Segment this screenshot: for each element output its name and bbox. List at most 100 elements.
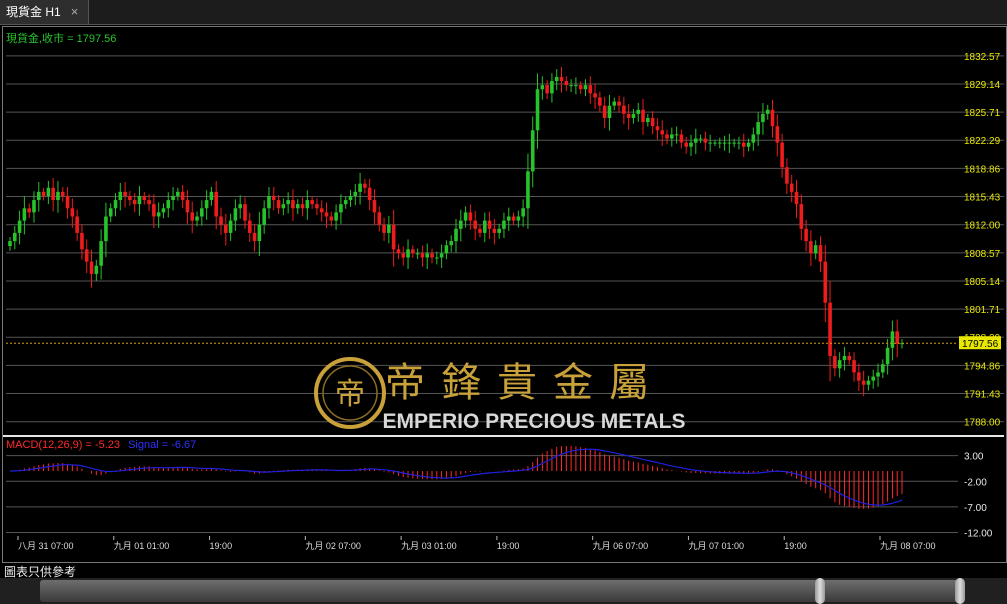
candle-body xyxy=(166,200,171,209)
time-tick-label: 19:00 xyxy=(210,541,233,551)
candle-body xyxy=(871,376,876,381)
candle-body xyxy=(593,93,597,98)
candle-body xyxy=(765,109,770,114)
candle-body xyxy=(833,356,837,369)
candle-body xyxy=(454,228,458,242)
candle-body xyxy=(530,130,535,172)
time-tick-label: 19:00 xyxy=(497,541,520,551)
candle-body xyxy=(89,261,94,274)
price-tick-label: 1822.29 xyxy=(964,136,1001,147)
candle-body xyxy=(684,142,688,147)
brand-english-name: EMPERIO PRECIOUS METALS xyxy=(383,410,686,433)
candle-body xyxy=(626,113,631,118)
candle-body xyxy=(708,142,712,144)
candle-body xyxy=(271,195,276,201)
price-tick-label: 1794.86 xyxy=(964,361,1001,372)
candle-body xyxy=(406,249,410,258)
candle-body xyxy=(99,241,103,266)
price-tick-label: 1788.00 xyxy=(964,418,1001,429)
candle-body xyxy=(252,232,257,242)
candle-body xyxy=(554,76,559,82)
candle-body xyxy=(56,191,60,201)
candle-body xyxy=(401,253,406,258)
candle-body xyxy=(497,228,501,233)
candle-body xyxy=(665,134,669,139)
candle-body xyxy=(27,208,31,213)
candle-body xyxy=(137,195,142,205)
candle-body xyxy=(693,138,698,143)
candle-body xyxy=(12,232,17,242)
candle-body xyxy=(885,347,890,365)
candle-body xyxy=(660,130,665,135)
candle-body xyxy=(367,187,372,201)
candle-body xyxy=(113,200,118,209)
candle-body xyxy=(276,200,281,209)
scroll-handle-left[interactable] xyxy=(815,578,825,604)
time-tick-label: 九月 03 01:00 xyxy=(401,541,457,551)
candle-body xyxy=(492,228,497,233)
candle-body xyxy=(881,364,885,373)
candle-body xyxy=(895,331,900,344)
candle-body xyxy=(588,85,593,94)
candle-body xyxy=(80,232,84,250)
candle-body xyxy=(789,183,794,192)
candle-body xyxy=(348,195,353,201)
candle-body xyxy=(578,85,583,90)
candle-body xyxy=(363,183,367,188)
candle-body xyxy=(391,224,396,250)
candle-body xyxy=(382,224,386,233)
candle-body xyxy=(741,142,746,147)
candle-body xyxy=(286,200,290,205)
candle-body xyxy=(132,200,137,205)
candle-body xyxy=(353,191,358,196)
macd-tick-label: -2.00 xyxy=(964,477,987,488)
candle-body xyxy=(372,200,377,213)
candle-body xyxy=(262,208,266,225)
candle-body xyxy=(746,142,751,147)
candle-body xyxy=(425,253,430,258)
candle-body xyxy=(617,101,621,106)
candle-body xyxy=(228,220,233,233)
candle-body xyxy=(785,167,789,184)
candle-body xyxy=(737,142,741,144)
time-tick-label: 九月 06 07:00 xyxy=(593,541,649,551)
price-chart[interactable]: 帝 帝鋒貴金屬 EMPERIO PRECIOUS METALS 1832.57 1… xyxy=(0,0,1007,560)
candle-body xyxy=(516,216,521,221)
candle-body xyxy=(526,171,530,209)
candle-body xyxy=(641,109,645,123)
candle-body xyxy=(94,265,99,274)
candle-body xyxy=(717,142,722,144)
candle-body xyxy=(550,81,554,94)
candle-body xyxy=(415,253,420,255)
candle-body xyxy=(247,220,252,233)
candle-body xyxy=(674,134,679,136)
scroll-handle-right[interactable] xyxy=(955,578,965,604)
candle-body xyxy=(559,76,564,82)
chart-scrollbar[interactable] xyxy=(0,578,1007,604)
candle-body xyxy=(650,117,655,127)
candle-body xyxy=(703,138,708,143)
candle-body xyxy=(761,113,765,123)
candle-body xyxy=(770,109,775,127)
candle-body xyxy=(574,85,578,87)
candle-body xyxy=(540,85,545,90)
candle-body xyxy=(670,134,674,139)
time-tick-label: 19:00 xyxy=(784,541,807,551)
candle-body xyxy=(837,360,842,369)
candle-body xyxy=(646,117,650,123)
candle-body xyxy=(535,89,540,131)
candle-body xyxy=(430,253,434,258)
candle-body xyxy=(468,212,473,221)
candle-body xyxy=(799,204,804,229)
candle-body xyxy=(857,372,861,381)
time-tick-label: 九月 08 07:00 xyxy=(880,541,936,551)
candle-body xyxy=(732,142,736,144)
candle-body xyxy=(478,228,482,233)
candle-body xyxy=(607,105,612,118)
price-tick-label: 1805.14 xyxy=(964,277,1001,288)
time-tick-label: 九月 07 01:00 xyxy=(688,541,744,551)
signal-label: Signal = -6.67 xyxy=(128,439,196,451)
candle-body xyxy=(458,220,463,229)
price-tick-label: 1825.71 xyxy=(964,108,1001,119)
candle-body xyxy=(487,220,492,229)
